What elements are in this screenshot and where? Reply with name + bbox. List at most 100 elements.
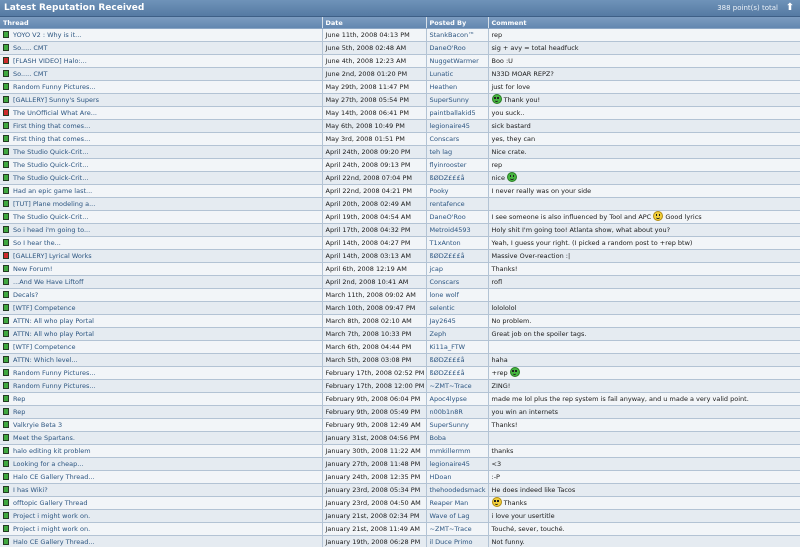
- posted-by-link[interactable]: jcap: [426, 262, 489, 276]
- reputation-status-icon: [3, 122, 9, 129]
- thread-link[interactable]: Decals?: [13, 291, 38, 299]
- posted-by-link[interactable]: ßØDZ£££å: [426, 353, 489, 367]
- thread-link[interactable]: ATTN: All who play Portal: [13, 317, 94, 325]
- posted-by-link[interactable]: Lunatic: [426, 67, 489, 81]
- posted-by-link[interactable]: ~ZMT~Trace: [426, 522, 489, 536]
- posted-by-link[interactable]: il Duce Primo: [426, 535, 489, 547]
- thread-link[interactable]: The UnOfficial What Are...: [13, 109, 97, 117]
- posted-by-link[interactable]: rentafence: [426, 197, 489, 211]
- date-cell: January 31st, 2008 04:56 PM: [322, 431, 427, 445]
- table-row: Meet the Spartans. January 31st, 2008 04:…: [0, 431, 800, 445]
- thread-link[interactable]: halo editing kit problem: [13, 447, 91, 455]
- thread-link[interactable]: So i head i'm going to...: [13, 226, 90, 234]
- collapse-arrow-icon[interactable]: ⬆: [784, 2, 796, 14]
- posted-by-link[interactable]: SuperSunny: [426, 93, 489, 107]
- date-cell: June 2nd, 2008 01:20 PM: [322, 67, 427, 81]
- posted-by-link[interactable]: Pooky: [426, 184, 489, 198]
- date-cell: February 17th, 2008 02:52 PM: [322, 366, 427, 380]
- reputation-status-icon: [3, 200, 9, 207]
- posted-by-link[interactable]: selentic: [426, 301, 489, 315]
- comment-text: Holy shit I'm going too! Atlanta show, w…: [491, 226, 671, 234]
- posted-by-link[interactable]: lone wolf: [426, 288, 489, 302]
- thread-link[interactable]: Halo CE Gallery Thread...: [13, 473, 95, 481]
- posted-by-link[interactable]: Conscars: [426, 132, 489, 146]
- posted-by-link[interactable]: StankBacon™: [426, 28, 489, 42]
- posted-by-link[interactable]: Wave of Lag: [426, 509, 489, 523]
- thread-link[interactable]: [GALLERY] Sunny's Supers: [13, 96, 99, 104]
- posted-by-link[interactable]: mmkillermm: [426, 444, 489, 458]
- posted-by-link[interactable]: Reaper Man: [426, 496, 489, 510]
- posted-by-link[interactable]: Boba: [426, 431, 489, 445]
- table-row: Valkryie Beta 3 February 9th, 2008 12:49 …: [0, 418, 800, 432]
- posted-by-link[interactable]: legionaire45: [426, 457, 489, 471]
- posted-by-link[interactable]: flyinrooster: [426, 158, 489, 172]
- thread-link[interactable]: Looking for a cheap...: [13, 460, 83, 468]
- thread-cell: ...And We Have Liftoff: [0, 275, 323, 289]
- thread-link[interactable]: Valkryie Beta 3: [13, 421, 62, 429]
- thread-link[interactable]: The Studio Quick-Crit...: [13, 213, 88, 221]
- posted-by-link[interactable]: n00b1n8R: [426, 405, 489, 419]
- thread-link[interactable]: New Forum!: [13, 265, 52, 273]
- posted-by-link[interactable]: ßØDZ£££å: [426, 249, 489, 263]
- reputation-status-icon: [3, 447, 9, 454]
- thread-link[interactable]: offtopic Gallery Thread: [13, 499, 88, 507]
- posted-by-link[interactable]: NuggetWarmer: [426, 54, 489, 68]
- thread-link[interactable]: [WTF] Competence: [13, 343, 76, 351]
- thread-link[interactable]: [WTF] Competence: [13, 304, 76, 312]
- posted-by-link[interactable]: ~ZMT~Trace: [426, 379, 489, 393]
- posted-by-link[interactable]: ßØDZ£££å: [426, 171, 489, 185]
- posted-by-link[interactable]: T1xAnton: [426, 236, 489, 250]
- thread-link[interactable]: Random Funny Pictures...: [13, 382, 96, 390]
- thread-link[interactable]: Meet the Spartans.: [13, 434, 75, 442]
- posted-by-link[interactable]: Zeph: [426, 327, 489, 341]
- thread-link[interactable]: Halo CE Gallery Thread...: [13, 538, 95, 546]
- thread-link[interactable]: I has Wiki?: [13, 486, 48, 494]
- thread-link[interactable]: Random Funny Pictures...: [13, 83, 96, 91]
- thread-link[interactable]: ATTN: Which level...: [13, 356, 78, 364]
- thread-link[interactable]: First thing that comes...: [13, 122, 90, 130]
- panel-header: Latest Reputation Received 388 point(s) …: [0, 0, 800, 17]
- posted-by-link[interactable]: thehoodedsmack: [426, 483, 489, 497]
- posted-by-link[interactable]: Apoc4lypse: [426, 392, 489, 406]
- thread-link[interactable]: YOYO V2 : Why is it...: [13, 31, 81, 39]
- table-row: The Studio Quick-Crit... April 19th, 2008…: [0, 210, 800, 224]
- posted-by-link[interactable]: Metroid4593: [426, 223, 489, 237]
- posted-by-link[interactable]: Conscars: [426, 275, 489, 289]
- thread-cell: The Studio Quick-Crit...: [0, 210, 323, 224]
- posted-by-link[interactable]: paintballakid5: [426, 106, 489, 120]
- thread-link[interactable]: Rep: [13, 408, 25, 416]
- posted-by-link[interactable]: Ki11a_FTW: [426, 340, 489, 354]
- thread-link[interactable]: ...And We Have Liftoff: [13, 278, 83, 286]
- thread-link[interactable]: So..... CMT: [13, 44, 48, 52]
- comment-cell: Massive Over-reaction :|: [488, 249, 800, 263]
- comment-cell: I see someone is also influenced by Tool…: [488, 210, 800, 224]
- thread-link[interactable]: [FLASH VIDEO] Halo:...: [13, 57, 87, 65]
- posted-by-link[interactable]: Heathen: [426, 80, 489, 94]
- thread-link[interactable]: Had an epic game last...: [13, 187, 92, 195]
- thread-link[interactable]: So I hear the...: [13, 239, 61, 247]
- posted-by-link[interactable]: DaneO'Roo: [426, 41, 489, 55]
- thread-link[interactable]: Project i might work on.: [13, 512, 90, 520]
- posted-by-link[interactable]: DaneO'Roo: [426, 210, 489, 224]
- thread-link[interactable]: Project i might work on.: [13, 525, 90, 533]
- posted-by-link[interactable]: teh lag: [426, 145, 489, 159]
- thread-link[interactable]: The Studio Quick-Crit...: [13, 174, 88, 182]
- thread-link[interactable]: Rep: [13, 395, 25, 403]
- posted-by-link[interactable]: legionaire45: [426, 119, 489, 133]
- comment-cell: Not funny.: [488, 535, 800, 547]
- date-cell: March 5th, 2008 03:08 PM: [322, 353, 427, 367]
- thread-link[interactable]: So..... CMT: [13, 70, 48, 78]
- thread-link[interactable]: [GALLERY] Lyrical Works: [13, 252, 92, 260]
- comment-cell: you suck..: [488, 106, 800, 120]
- posted-by-link[interactable]: ßØDZ£££å: [426, 366, 489, 380]
- posted-by-link[interactable]: SuperSunny: [426, 418, 489, 432]
- thread-link[interactable]: Random Funny Pictures...: [13, 369, 96, 377]
- posted-by-link[interactable]: Jay2645: [426, 314, 489, 328]
- thread-link[interactable]: [TUT] Plane modeling a...: [13, 200, 95, 208]
- thread-link[interactable]: The Studio Quick-Crit...: [13, 161, 88, 169]
- thread-link[interactable]: ATTN: All who play Portal: [13, 330, 94, 338]
- posted-by-link[interactable]: HDoan: [426, 470, 489, 484]
- date-cell: January 23rd, 2008 05:34 PM: [322, 483, 427, 497]
- thread-link[interactable]: The Studio Quick-Crit...: [13, 148, 88, 156]
- thread-link[interactable]: First thing that comes...: [13, 135, 90, 143]
